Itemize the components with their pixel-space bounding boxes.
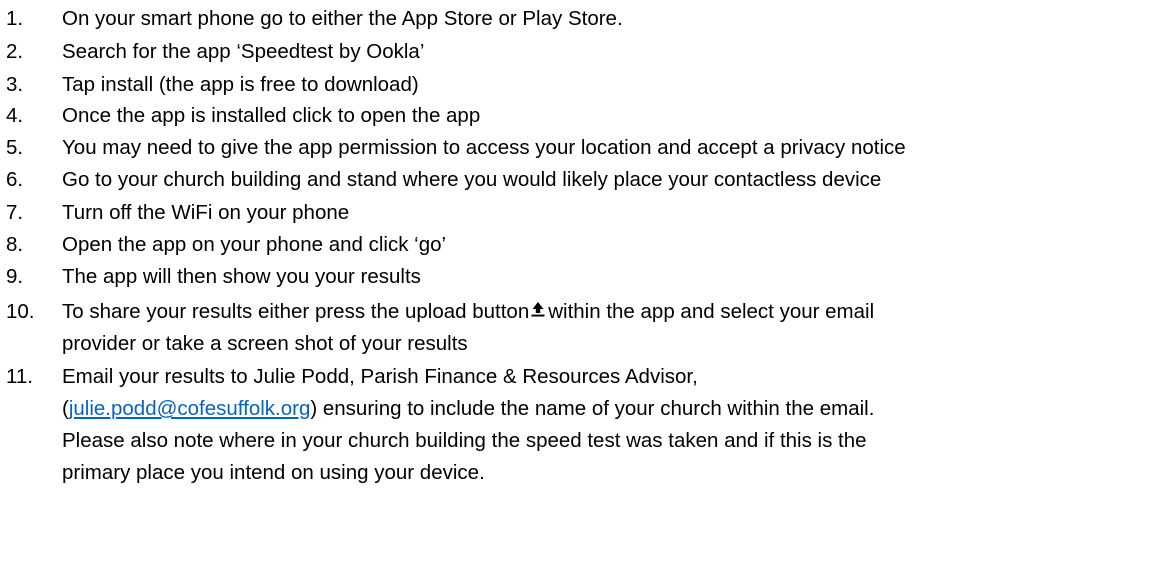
step-text: Once the app is installed click to open … [62, 104, 481, 127]
step-text-continuation: provider or take a screen shot of your r… [62, 332, 468, 355]
paren-open: ( [62, 397, 69, 420]
step-text: Go to your church building and stand whe… [62, 168, 882, 191]
step-number: 5. [6, 136, 24, 159]
paren-close-text: ) ensuring to include the name of your c… [310, 397, 875, 420]
step-number: 6. [6, 168, 24, 191]
step-number: 9. [6, 265, 24, 288]
step-text: You may need to give the app permission … [62, 136, 906, 159]
step-number: 3. [6, 73, 24, 96]
step-text-continuation: Please also note where in your church bu… [62, 429, 867, 452]
step-number: 1. [6, 7, 24, 30]
step-text: The app will then show you your results [62, 265, 421, 288]
step-number: 4. [6, 104, 24, 127]
step-text-before-icon: To share your results either press the u… [62, 300, 530, 323]
step-number: 11. [6, 365, 33, 388]
email-link[interactable]: julie.podd@cofesuffolk.org [69, 397, 311, 420]
step-text: Open the app on your phone and click ‘go… [62, 233, 447, 256]
step-number: 8. [6, 233, 24, 256]
step-text: Search for the app ‘Speedtest by Ookla’ [62, 40, 425, 63]
step-number: 7. [6, 201, 24, 224]
step-text-continuation: (julie.podd@cofesuffolk.org) ensuring to… [62, 394, 874, 423]
step-text: Email your results to Julie Podd, Parish… [62, 365, 698, 388]
step-number: 2. [6, 40, 24, 63]
step-text: Tap install (the app is free to download… [62, 73, 419, 96]
step-text: On your smart phone go to either the App… [62, 7, 623, 30]
step-text-continuation: primary place you intend on using your d… [62, 461, 485, 484]
step-text: To share your results either press the u… [62, 297, 874, 326]
step-number: 10. [6, 300, 35, 323]
step-text-after-icon: within the app and select your email [548, 300, 875, 323]
upload-icon [531, 302, 545, 317]
step-text: Turn off the WiFi on your phone [62, 201, 350, 224]
